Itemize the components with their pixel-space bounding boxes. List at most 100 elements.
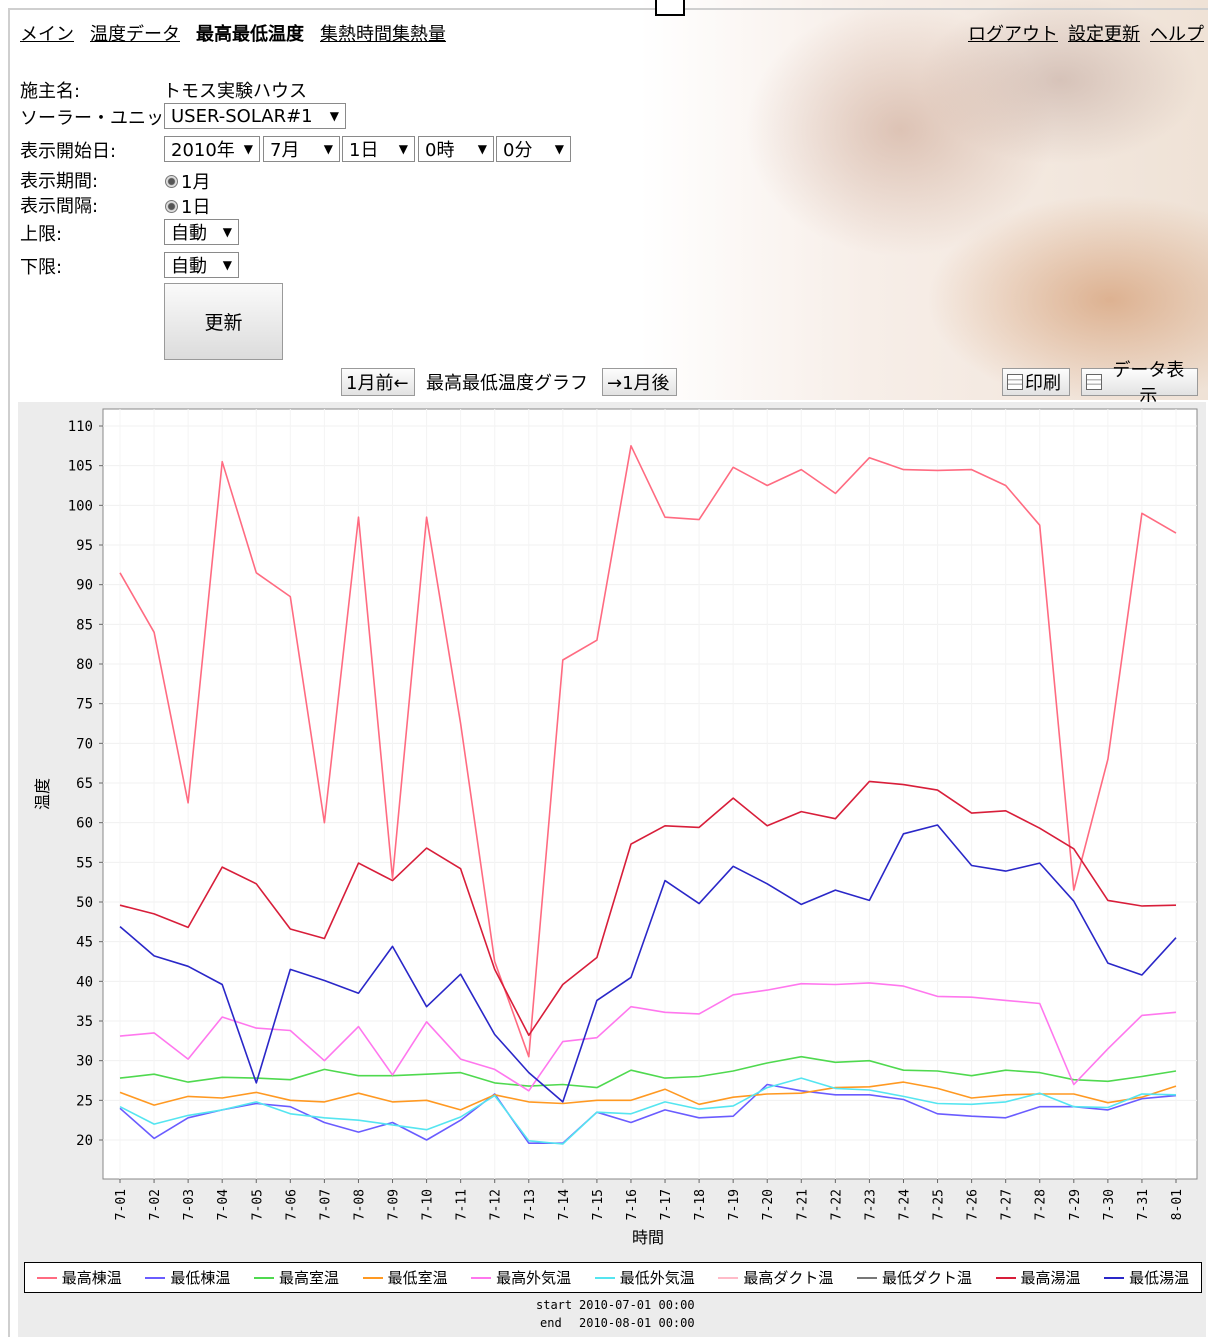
x-tick-label: 7-09 [387,1189,402,1220]
chevron-down-icon: ▼ [477,142,487,156]
prev-month-button[interactable]: 1月前← [341,368,415,396]
radio-selected-icon[interactable] [165,199,178,213]
start-day-value: 1日 [349,140,379,161]
legend-label: 最高外気温 [496,1269,572,1287]
footer-end-label: end [540,1316,562,1330]
x-tick-label: 7-28 [1034,1189,1049,1220]
data-view-button[interactable]: データ表示 [1081,360,1198,407]
owner-value: トモス実験ハウス [163,81,307,102]
start-year-select[interactable]: 2010年 ▼ [164,136,260,162]
chevron-down-icon: ▼ [323,142,333,156]
y-tick-label: 105 [68,459,93,475]
legend-label: 最高湯温 [1020,1269,1081,1287]
footer-start-value: 2010-07-01 00:00 [579,1298,695,1312]
header-photo [640,0,1208,400]
unit-label: ソーラー・ユニット: [20,108,189,129]
unit-select-value: USER-SOLAR#1 [171,105,313,127]
table-icon [1086,374,1102,390]
y-tick-label: 65 [76,776,93,792]
temperature-line-chart: 20 25 30 35 40 45 50 55 60 65 70 75 80 85 90 95 100 105 11… [18,402,1206,1337]
unit-select[interactable]: USER-SOLAR#1 ▼ [164,103,346,129]
logout-link[interactable]: ログアウト [968,20,1058,46]
y-tick-label: 80 [76,657,93,673]
chevron-down-icon: ▼ [243,142,253,156]
interval-value: 1日 [181,197,211,218]
legend-item: 最高棟温 [36,1267,122,1288]
x-tick-label: 7-15 [591,1189,606,1220]
x-tick-label: 7-03 [182,1189,197,1220]
period-radio[interactable]: 1月 [165,168,210,194]
y-tick-label: 50 [76,895,93,911]
legend-item: 最低湯温 [1104,1267,1189,1288]
x-tick-label: 7-19 [727,1189,742,1220]
x-tick-label: 8-01 [1170,1189,1185,1220]
start-month-value: 7月 [270,140,300,161]
y-tick-label: 70 [76,736,93,752]
legend-label: 最低室温 [387,1269,448,1287]
print-button-label: 印刷 [1025,373,1061,394]
nav-max-min-temperature[interactable]: 最高最低温度 [196,20,304,46]
x-tick-label: 7-10 [421,1189,436,1220]
x-tick-label: 7-08 [352,1189,367,1220]
chevron-down-icon: ▼ [222,258,232,272]
nav-temperature-data[interactable]: 温度データ [90,20,180,46]
y-tick-label: 20 [76,1133,93,1149]
x-tick-label: 7-16 [625,1189,640,1220]
x-tick-label: 7-13 [523,1189,538,1220]
y-tick-label: 95 [76,538,93,554]
legend-swatch [36,1276,57,1279]
footer-start-label: start [536,1298,573,1312]
legend-item: 最低外気温 [594,1267,695,1288]
help-link[interactable]: ヘルプ [1150,20,1204,46]
x-tick-label: 7-24 [897,1189,912,1220]
graph-title: 最高最低温度グラフ [426,373,588,394]
x-tick-label: 7-07 [318,1189,333,1220]
y-tick-label: 35 [76,1014,93,1030]
y-tick-label: 100 [68,498,93,514]
x-tick-label: 7-27 [1000,1189,1015,1220]
nav-main[interactable]: メイン [20,20,74,46]
legend-item: 最高外気温 [471,1267,571,1288]
main-nav: メイン 温度データ 最高最低温度 集熱時間集熱量 [20,20,446,46]
update-button[interactable]: 更新 [164,283,283,360]
radio-selected-icon[interactable] [165,174,178,188]
print-button[interactable]: 印刷 [1002,368,1070,396]
next-month-button[interactable]: →1月後 [602,368,677,396]
y-tick-label: 30 [76,1054,93,1070]
footer-end-value: 2010-08-01 00:00 [579,1316,695,1330]
lower-limit-select[interactable]: 自動 ▼ [164,252,239,278]
start-day-select[interactable]: 1日 ▼ [342,136,415,162]
x-tick-label: 7-14 [557,1189,572,1220]
start-month-select[interactable]: 7月 ▼ [263,136,340,162]
start-minute-select[interactable]: 0分 ▼ [496,136,571,162]
upper-limit-label: 上限: [20,224,63,245]
legend-swatch [594,1276,615,1279]
start-hour-value: 0時 [425,140,455,161]
start-date-label: 表示開始日: [20,141,117,162]
lower-limit-value: 自動 [171,256,207,277]
owner-label: 施主名: [20,81,81,102]
upper-limit-select[interactable]: 自動 ▼ [164,219,239,245]
x-tick-label: 7-12 [489,1189,504,1220]
x-tick-label: 7-04 [216,1189,231,1220]
settings-link[interactable]: 設定更新 [1068,20,1140,46]
legend-label: 最高室温 [278,1269,339,1287]
x-tick-label: 7-31 [1136,1189,1151,1220]
start-minute-value: 0分 [503,140,533,161]
chevron-down-icon: ▼ [222,225,232,239]
start-hour-select[interactable]: 0時 ▼ [418,136,494,162]
legend-swatch [362,1276,383,1279]
legend-item: 最高湯温 [995,1267,1081,1288]
x-tick-label: 7-06 [284,1189,299,1220]
y-tick-label: 45 [76,935,93,951]
y-tick-label: 55 [76,855,93,871]
x-tick-label: 7-23 [863,1189,878,1220]
upper-limit-value: 自動 [171,223,207,244]
nav-heat-collection[interactable]: 集熱時間集熱量 [320,20,446,46]
x-tick-label: 7-18 [693,1189,708,1220]
chevron-down-icon: ▼ [398,142,408,156]
x-tick-label: 7-17 [659,1189,674,1220]
start-year-value: 2010年 [171,140,235,161]
interval-radio[interactable]: 1日 [165,193,210,219]
legend-label: 最低ダクト温 [881,1269,972,1287]
